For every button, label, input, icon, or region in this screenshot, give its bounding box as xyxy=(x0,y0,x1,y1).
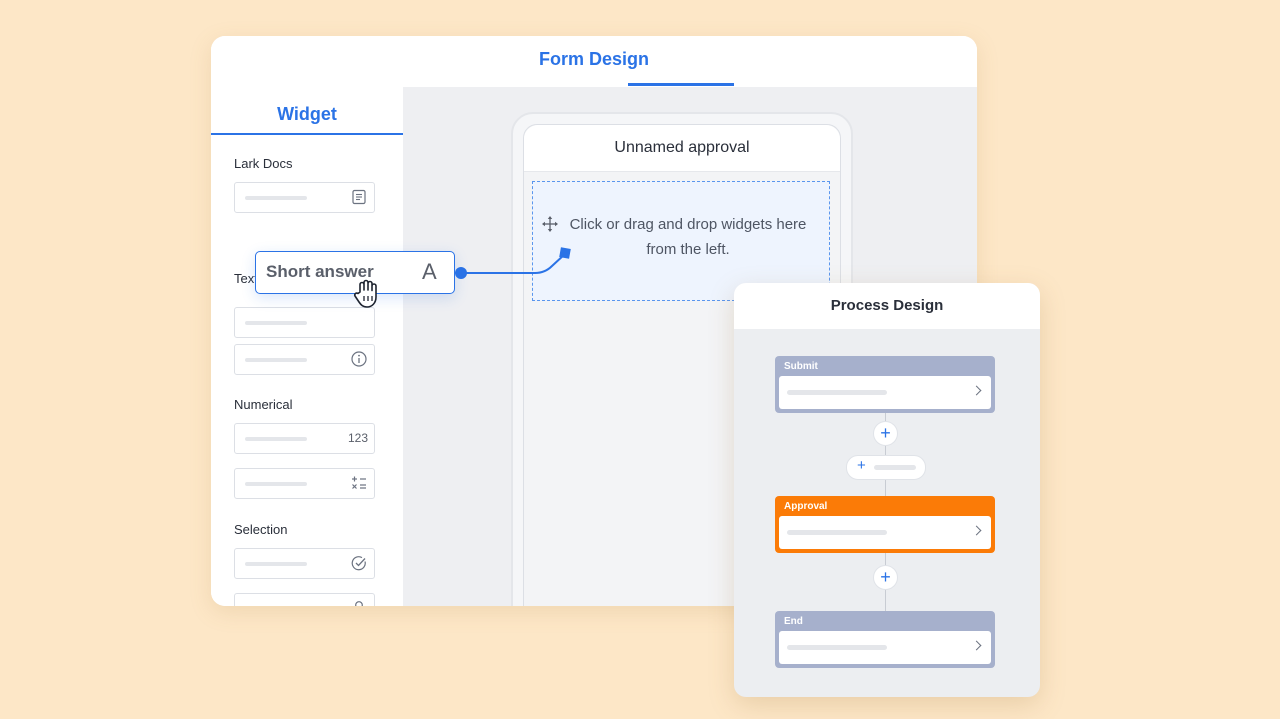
placeholder-bar xyxy=(874,465,916,470)
add-branch-button[interactable]: + xyxy=(846,455,926,480)
placeholder-bar xyxy=(787,390,887,395)
node-submit-body[interactable] xyxy=(779,376,991,409)
node-submit[interactable]: Submit xyxy=(775,356,995,413)
process-design-title[interactable]: Process Design xyxy=(734,297,1040,314)
node-approval-label: Approval xyxy=(784,501,828,512)
process-design-header: Process Design xyxy=(734,283,1040,329)
node-end[interactable]: End xyxy=(775,611,995,668)
chevron-right-icon xyxy=(971,640,982,651)
process-design-window: Process Design Submit + + Approval + End xyxy=(734,283,1040,697)
node-approval[interactable]: Approval xyxy=(775,496,995,553)
placeholder-bar xyxy=(787,645,887,650)
node-submit-label: Submit xyxy=(784,361,818,372)
placeholder-bar xyxy=(787,530,887,535)
node-end-label: End xyxy=(784,616,803,627)
text-format-icon: A xyxy=(422,259,437,284)
plus-icon: + xyxy=(857,457,866,474)
node-approval-body[interactable] xyxy=(779,516,991,549)
add-node-button-2[interactable]: + xyxy=(873,565,898,590)
grab-cursor-icon xyxy=(353,279,377,308)
add-node-button[interactable]: + xyxy=(873,421,898,446)
chevron-right-icon xyxy=(971,525,982,536)
node-end-body[interactable] xyxy=(779,631,991,664)
drag-connector xyxy=(455,247,571,279)
chevron-right-icon xyxy=(971,385,982,396)
